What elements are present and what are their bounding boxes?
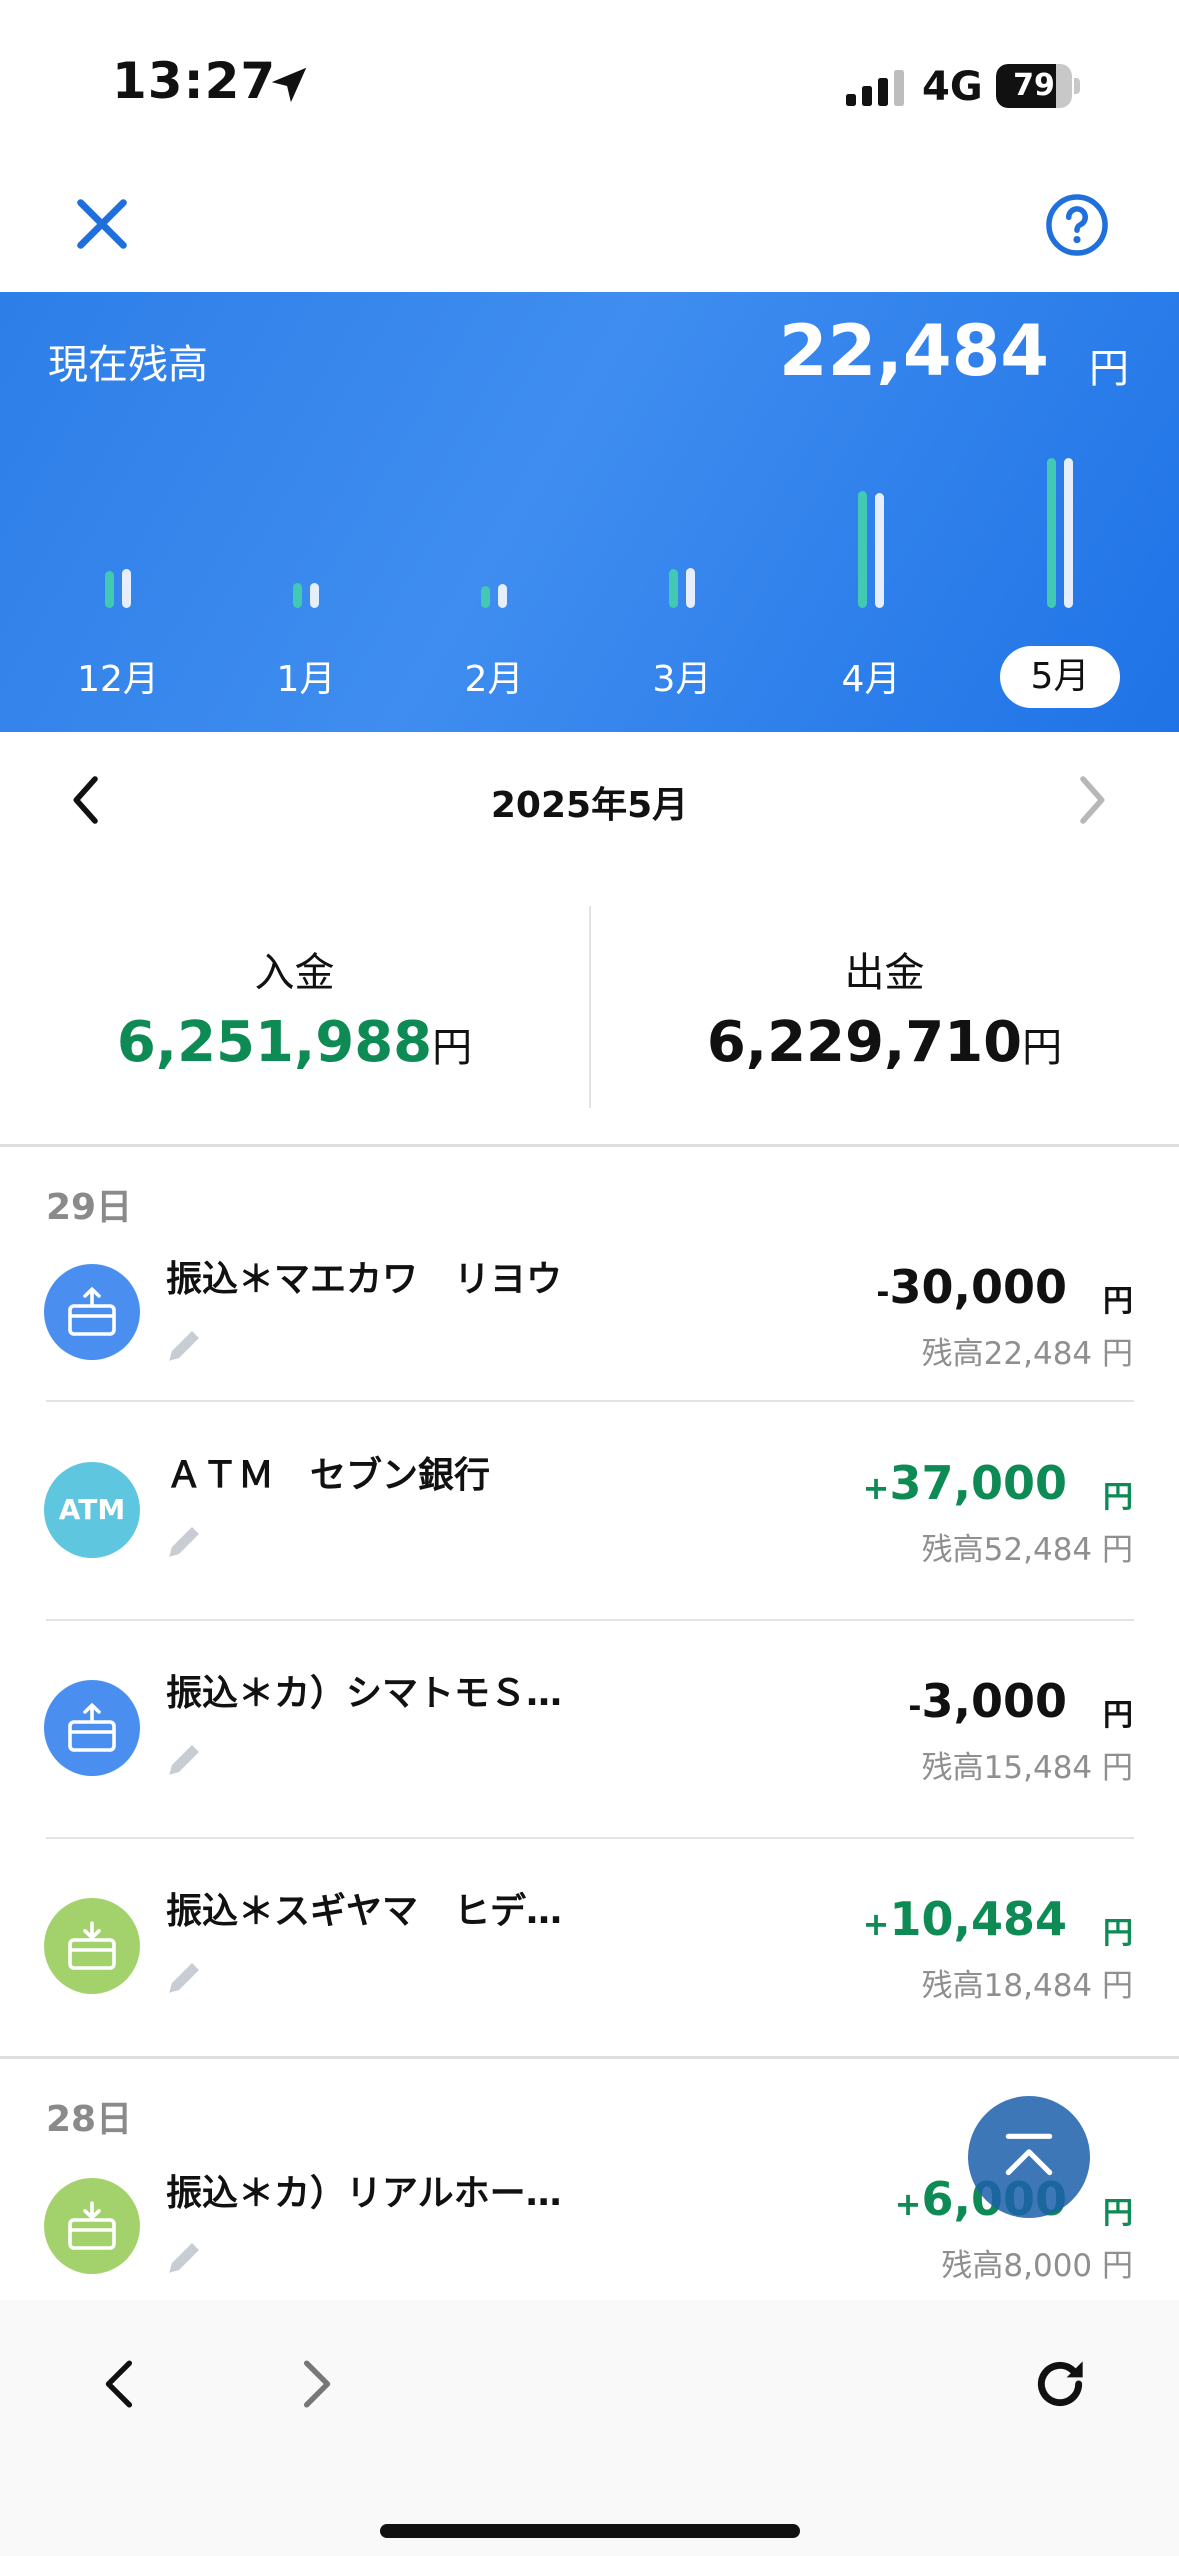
day-header: 29日 (46, 1187, 133, 1228)
forward-button[interactable] (290, 2352, 340, 2416)
row-divider (46, 1619, 1134, 1621)
transfer-out-icon (44, 1264, 140, 1360)
next-month-button[interactable] (1062, 770, 1118, 830)
transfer-in-icon (44, 1898, 140, 1994)
month-tab[interactable]: 3月 (622, 650, 742, 702)
running-balance: 残高8,000 円 (941, 2248, 1133, 2284)
amount-unit: 円 (1103, 1480, 1133, 1515)
close-icon[interactable] (70, 192, 134, 256)
location-arrow-icon (271, 67, 307, 103)
back-button[interactable] (96, 2352, 146, 2416)
month-title: 2025年5月 (490, 785, 689, 826)
transaction-amount: -3,000 (908, 1674, 1067, 1728)
chevron-up-icon (1005, 2133, 1053, 2176)
running-balance: 残高15,484 円 (921, 1750, 1133, 1786)
home-indicator (380, 2524, 800, 2538)
edit-pencil-icon[interactable] (164, 2236, 206, 2278)
transaction-amount: +10,484 (862, 1892, 1067, 1946)
day-header: 28日 (46, 2099, 133, 2140)
income-bar (669, 569, 678, 608)
transaction-name[interactable]: 振込＊カ）リアルホー… (166, 2164, 562, 2216)
running-balance: 残高52,484 円 (921, 1532, 1133, 1568)
amount-unit: 円 (1103, 1698, 1133, 1733)
expense-bar (498, 584, 507, 608)
battery-level: 79 (1013, 68, 1055, 103)
reload-button[interactable] (1028, 2352, 1092, 2416)
expense-bar (310, 582, 319, 608)
cellular-signal-icon (846, 70, 904, 106)
expense-total: 6,229,710円 (706, 1010, 1063, 1075)
atm-icon: ATM (44, 1462, 140, 1558)
transaction-name[interactable]: 振込＊スギヤマ ヒデ… (166, 1882, 562, 1934)
running-balance: 残高18,484 円 (921, 1968, 1133, 2004)
balance-label: 現在残高 (48, 342, 208, 388)
month-tab[interactable]: 5月 (1000, 646, 1120, 708)
balance-header: 現在残高 22,484 円 12月 1月 2月 3月 4月 5月 (0, 292, 1179, 732)
income-label: 入金 (254, 950, 335, 996)
balance-unit: 円 (1089, 346, 1129, 392)
transaction-name[interactable]: ＡＴＭ セブン銀行 (166, 1446, 490, 1498)
amount-unit: 円 (1103, 1916, 1133, 1951)
transaction-name[interactable]: 振込＊カ）シマトモＳ… (166, 1664, 562, 1716)
income-bar (105, 570, 114, 608)
balance-amount: 22,484 (778, 310, 1049, 392)
amount-unit: 円 (1103, 1284, 1133, 1319)
transfer-out-icon (44, 1680, 140, 1776)
edit-pencil-icon[interactable] (164, 1324, 206, 1366)
edit-pencil-icon[interactable] (164, 1520, 206, 1562)
summary-divider (589, 906, 591, 1108)
month-tab[interactable]: 1月 (246, 650, 366, 702)
status-time: 13:27 (112, 52, 277, 110)
browser-toolbar (0, 2300, 1179, 2556)
row-divider (46, 1400, 1134, 1402)
expense-bar (686, 567, 695, 608)
income-bar (293, 582, 302, 608)
expense-label: 出金 (844, 950, 925, 996)
running-balance: 残高22,484 円 (921, 1336, 1133, 1372)
month-tab[interactable]: 4月 (811, 650, 931, 702)
scroll-to-top-button[interactable] (968, 2096, 1090, 2218)
month-tab[interactable]: 12月 (58, 650, 178, 702)
row-divider (46, 1837, 1134, 1839)
transaction-name[interactable]: 振込＊マエカワ リヨウ (166, 1250, 562, 1302)
edit-pencil-icon[interactable] (164, 1738, 206, 1780)
income-bar (1047, 458, 1056, 608)
expense-bar (875, 492, 884, 608)
help-icon[interactable] (1044, 192, 1110, 258)
income-bar (481, 585, 490, 608)
income-total: 6,251,988円 (116, 1010, 473, 1075)
transfer-in-icon (44, 2178, 140, 2274)
transaction-amount: -30,000 (876, 1260, 1067, 1314)
day-divider (0, 2056, 1179, 2059)
month-tab[interactable]: 2月 (434, 650, 554, 702)
expense-bar (1064, 458, 1073, 608)
expense-bar (122, 569, 131, 608)
network-type: 4G (922, 64, 983, 110)
battery-icon: 79 (996, 64, 1080, 108)
income-bar (858, 491, 867, 608)
section-divider (0, 1144, 1179, 1147)
edit-pencil-icon[interactable] (164, 1956, 206, 1998)
status-bar: 13:27 4G 79 (0, 0, 1179, 160)
transaction-amount: +37,000 (862, 1456, 1067, 1510)
amount-unit: 円 (1103, 2196, 1133, 2231)
